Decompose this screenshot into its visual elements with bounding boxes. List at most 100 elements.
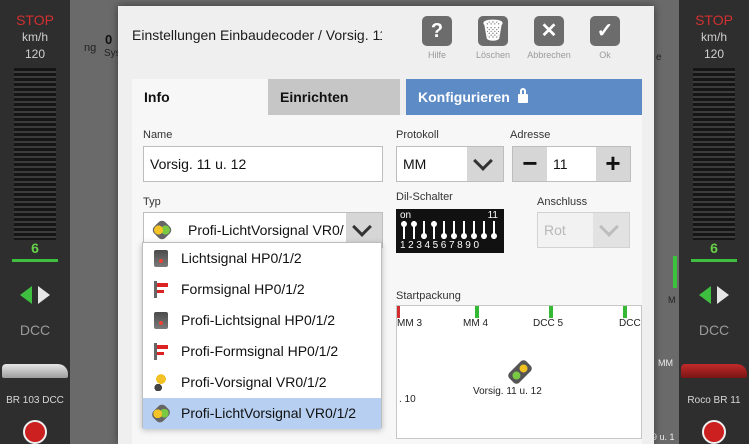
track-label: MM 3 xyxy=(397,318,422,329)
protocol-label: Protokoll xyxy=(396,129,439,141)
ok-label: Ok xyxy=(599,50,611,60)
arrow-left-icon xyxy=(699,286,711,304)
speed-slider[interactable] xyxy=(14,68,56,240)
loco-name: BR 103 DCC xyxy=(6,395,64,406)
decrement-button[interactable]: − xyxy=(513,147,547,181)
connection-dropdown-button xyxy=(593,213,629,247)
startpack-label: Startpackung xyxy=(396,290,461,302)
stop-button[interactable]: STOP xyxy=(0,12,70,28)
dip-switch-10[interactable] xyxy=(491,221,497,239)
left-loco-control: STOP km/h 120 6 DCC BR 103 DCC xyxy=(0,0,70,444)
dip-switch[interactable]: on 11 1234567890 xyxy=(396,209,504,253)
dip-switch-7[interactable] xyxy=(461,221,467,239)
help-button[interactable]: ? Hilfe xyxy=(412,12,462,68)
dip-switch-9[interactable] xyxy=(481,221,487,239)
list-item[interactable]: Profi-Vorsignal VR0/1/2 xyxy=(143,367,381,398)
light-distant-signal-icon xyxy=(150,402,172,425)
current-speed: 6 xyxy=(710,240,718,256)
signal-label: Vorsig. 11 u. 12 xyxy=(473,386,542,397)
speed-level-bar xyxy=(12,259,58,262)
track-signal-marker xyxy=(673,256,677,288)
layout-label: 9 u. 1 xyxy=(652,432,675,442)
track-marker xyxy=(475,306,479,318)
name-input[interactable]: Vorsig. 11 u. 12 xyxy=(143,146,383,182)
increment-button[interactable]: + xyxy=(596,147,630,181)
list-item[interactable]: Lichtsignal HP0/1/2 xyxy=(143,243,381,274)
tab-info[interactable]: Info xyxy=(132,79,268,115)
dip-switch-5[interactable] xyxy=(441,221,447,239)
cancel-label: Abbrechen xyxy=(527,50,571,60)
address-value[interactable]: 11 xyxy=(553,147,568,181)
tab-setup[interactable]: Einrichten xyxy=(268,79,400,115)
arrow-right-icon xyxy=(717,286,729,304)
loco-name: Roco BR 11 xyxy=(687,395,741,406)
dip-address-label: 11 xyxy=(487,210,498,221)
track-label: DCC xyxy=(619,318,641,329)
tab-configure[interactable]: Konfigurieren xyxy=(406,79,642,115)
dip-switch-label: Dil-Schalter xyxy=(396,191,453,203)
list-item[interactable]: Formsignal HP0/1/2 xyxy=(143,274,381,305)
layout-label: M xyxy=(668,295,676,305)
dip-on-label: on xyxy=(400,210,412,221)
form-signal-icon xyxy=(154,281,168,298)
connection-select: Rot xyxy=(537,212,630,248)
dialog-header: Einstellungen Einbaudecoder / Vorsig. 11… xyxy=(118,6,654,68)
ok-button[interactable]: ✓ Ok xyxy=(580,12,630,68)
speed-slider[interactable] xyxy=(693,68,735,240)
dip-switch-6[interactable] xyxy=(451,221,457,239)
chevron-down-icon xyxy=(599,217,619,237)
type-dropdown-list: Lichtsignal HP0/1/2 Formsignal HP0/1/2 P… xyxy=(142,242,382,429)
locomotive-icon[interactable] xyxy=(2,364,68,378)
list-item-selected[interactable]: Profi-LichtVorsignal VR0/1/2 xyxy=(143,398,381,429)
track-label: MM 4 xyxy=(463,318,488,329)
list-item[interactable]: Profi-Lichtsignal HP0/1/2 xyxy=(143,305,381,336)
address-stepper: − 11 + xyxy=(512,146,631,182)
dip-switch-8[interactable] xyxy=(471,221,477,239)
list-item-label: Formsignal HP0/1/2 xyxy=(181,281,305,297)
layout-label: ng xyxy=(84,42,97,54)
cancel-button[interactable]: ✕ Abbrechen xyxy=(524,12,574,68)
list-item[interactable]: Profi-Formsignal HP0/1/2 xyxy=(143,336,381,367)
light-distant-signal-icon xyxy=(150,218,174,242)
layout-label: MM xyxy=(658,358,673,368)
startpack-preview[interactable]: MM 3 MM 4 DCC 5 DCC . 10 Vorsig. 11 u. 1… xyxy=(396,305,642,439)
type-label: Typ xyxy=(143,196,161,208)
light-signal-icon xyxy=(154,250,168,267)
track-label: DCC 5 xyxy=(533,318,564,329)
brand-logo-icon[interactable] xyxy=(23,420,47,444)
protocol-dropdown-button[interactable] xyxy=(467,147,503,181)
lock-icon xyxy=(517,88,528,103)
direction-toggle[interactable] xyxy=(20,286,50,304)
protocol-value: MM xyxy=(403,156,427,172)
right-loco-control: STOP km/h 120 6 DCC Roco BR 11 xyxy=(679,0,749,444)
connection-value: Rot xyxy=(544,222,566,238)
chevron-down-icon xyxy=(473,151,493,171)
stop-button[interactable]: STOP xyxy=(679,12,749,28)
tab-configure-label: Konfigurieren xyxy=(418,89,510,105)
chevron-down-icon xyxy=(352,217,372,237)
dip-switch-2[interactable] xyxy=(411,221,417,239)
dialog-title: Einstellungen Einbaudecoder / Vorsig. 11… xyxy=(132,27,382,43)
tab-setup-label: Einrichten xyxy=(280,89,349,105)
track-marker xyxy=(549,306,553,318)
max-speed: 120 xyxy=(703,47,725,61)
delete-button[interactable]: 🗑 Löschen xyxy=(468,12,518,68)
dip-switch-3[interactable] xyxy=(421,221,427,239)
dip-switch-4[interactable] xyxy=(431,221,437,239)
dip-switch-1[interactable] xyxy=(401,221,407,239)
list-item-label: Profi-Formsignal HP0/1/2 xyxy=(181,343,339,359)
max-speed: 120 xyxy=(24,47,46,61)
close-icon: ✕ xyxy=(534,16,564,46)
direction-toggle[interactable] xyxy=(699,286,729,304)
protocol-select[interactable]: MM xyxy=(396,146,504,182)
signal-icon[interactable] xyxy=(506,358,534,386)
light-signal-icon xyxy=(154,312,168,329)
list-item-label: Profi-LichtVorsignal VR0/1/2 xyxy=(181,405,357,421)
brand-logo-icon[interactable] xyxy=(702,420,726,444)
list-item-label: Profi-Vorsignal VR0/1/2 xyxy=(181,374,327,390)
form-signal-icon xyxy=(154,343,168,360)
locomotive-icon[interactable] xyxy=(681,364,747,378)
address-label: Adresse xyxy=(510,129,551,141)
name-label: Name xyxy=(143,129,173,141)
connection-label: Anschluss xyxy=(537,196,588,208)
